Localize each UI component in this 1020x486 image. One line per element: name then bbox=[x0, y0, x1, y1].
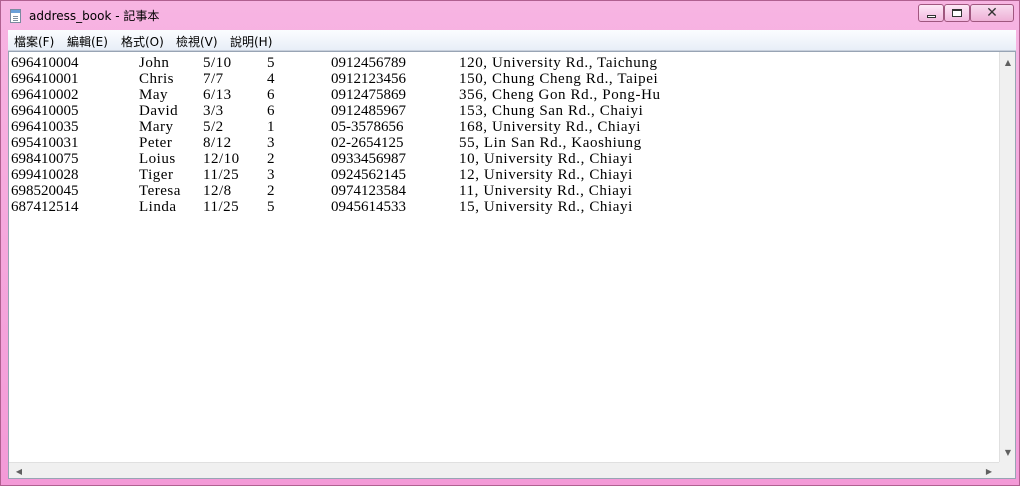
menu-format[interactable]: 格式(O) bbox=[121, 33, 164, 50]
record-phone: 0945614533 bbox=[331, 199, 406, 215]
record-address: 150, Chung Cheng Rd., Taipei bbox=[459, 71, 659, 87]
record-name: Chris bbox=[139, 71, 175, 87]
record-phone: 0912485967 bbox=[331, 103, 406, 119]
record-name: Peter bbox=[139, 135, 173, 151]
text-editor[interactable]: 696410004 John 5/10 5 0912456789 120, Univers… bbox=[8, 51, 1016, 479]
record-date: 11/25 bbox=[203, 199, 240, 215]
record-phone: 0933456987 bbox=[331, 151, 406, 167]
record-name: Teresa bbox=[139, 183, 181, 199]
record-id: 687412514 bbox=[11, 199, 79, 215]
close-button[interactable]: ✕ bbox=[970, 4, 1014, 22]
minimize-button[interactable] bbox=[918, 4, 944, 22]
window-title: address_book - 記事本 bbox=[29, 9, 160, 23]
text-line: 696410001 Chris 7/7 4 0912123456 150, Chung C… bbox=[11, 71, 1001, 87]
record-number: 2 bbox=[267, 183, 275, 199]
record-address: 11, University Rd., Chiayi bbox=[459, 183, 633, 199]
text-line: 699410028 Tiger 11/25 3 0924562145 12, Univer… bbox=[11, 167, 1001, 183]
scroll-left-arrow-icon[interactable]: ◀ bbox=[11, 463, 27, 478]
record-address: 12, University Rd., Chiayi bbox=[459, 167, 633, 183]
menu-file[interactable]: 檔案(F) bbox=[14, 33, 54, 50]
record-id: 698520045 bbox=[11, 183, 79, 199]
record-phone: 0924562145 bbox=[331, 167, 406, 183]
record-address: 168, University Rd., Chiayi bbox=[459, 119, 642, 135]
text-line: 696410002 May 6/13 6 0912475869 356, Cheng Go… bbox=[11, 87, 1001, 103]
record-number: 6 bbox=[267, 103, 275, 119]
record-number: 3 bbox=[267, 135, 275, 151]
record-phone: 0912456789 bbox=[331, 55, 406, 71]
record-phone: 0974123584 bbox=[331, 183, 406, 199]
record-phone: 05-3578656 bbox=[331, 119, 404, 135]
text-line: 687412514 Linda 11/25 5 0945614533 15, Univer… bbox=[11, 199, 1001, 215]
record-number: 1 bbox=[267, 119, 275, 135]
record-id: 696410002 bbox=[11, 87, 79, 103]
record-id: 696410001 bbox=[11, 71, 79, 87]
record-id: 698410075 bbox=[11, 151, 79, 167]
record-date: 5/10 bbox=[203, 55, 232, 71]
record-date: 5/2 bbox=[203, 119, 224, 135]
record-name: John bbox=[139, 55, 170, 71]
vertical-scrollbar[interactable]: ▲ ▼ bbox=[999, 52, 1015, 462]
record-id: 699410028 bbox=[11, 167, 79, 183]
record-id: 695410031 bbox=[11, 135, 79, 151]
record-number: 6 bbox=[267, 87, 275, 103]
record-address: 10, University Rd., Chiayi bbox=[459, 151, 633, 167]
menu-help[interactable]: 說明(H) bbox=[230, 33, 272, 50]
scrollbar-corner bbox=[999, 462, 1015, 478]
record-date: 6/13 bbox=[203, 87, 232, 103]
record-number: 5 bbox=[267, 55, 275, 71]
text-line: 696410004 John 5/10 5 0912456789 120, Univers… bbox=[11, 55, 1001, 71]
record-date: 8/12 bbox=[203, 135, 232, 151]
text-content[interactable]: 696410004 John 5/10 5 0912456789 120, Univers… bbox=[11, 55, 1001, 465]
record-name: May bbox=[139, 87, 168, 103]
maximize-icon bbox=[952, 9, 962, 17]
text-line: 698520045 Teresa 12/8 2 0974123584 11, Univer… bbox=[11, 183, 1001, 199]
record-date: 7/7 bbox=[203, 71, 224, 87]
record-number: 3 bbox=[267, 167, 275, 183]
record-name: Mary bbox=[139, 119, 174, 135]
record-number: 5 bbox=[267, 199, 275, 215]
record-phone: 02-2654125 bbox=[331, 135, 404, 151]
text-line: 695410031 Peter 8/12 3 02-2654125 55, Lin San… bbox=[11, 135, 1001, 151]
record-id: 696410005 bbox=[11, 103, 79, 119]
notepad-window: address_book - 記事本 ✕ 檔案(F) 編輯(E) 格式(O) 檢… bbox=[0, 0, 1020, 486]
scroll-up-arrow-icon[interactable]: ▲ bbox=[1000, 54, 1015, 70]
horizontal-scrollbar[interactable]: ◀ ▶ bbox=[9, 462, 999, 478]
record-phone: 0912123456 bbox=[331, 71, 406, 87]
menu-edit[interactable]: 編輯(E) bbox=[67, 33, 108, 50]
record-date: 11/25 bbox=[203, 167, 240, 183]
record-date: 12/10 bbox=[203, 151, 240, 167]
record-address: 356, Cheng Gon Rd., Pong-Hu bbox=[459, 87, 661, 103]
text-line: 696410035 Mary 5/2 1 05-3578656 168, Universi… bbox=[11, 119, 1001, 135]
record-name: Linda bbox=[139, 199, 177, 215]
record-address: 120, University Rd., Taichung bbox=[459, 55, 658, 71]
record-id: 696410035 bbox=[11, 119, 79, 135]
scroll-down-arrow-icon[interactable]: ▼ bbox=[1000, 444, 1015, 460]
minimize-icon bbox=[926, 14, 936, 18]
record-date: 3/3 bbox=[203, 103, 224, 119]
record-name: David bbox=[139, 103, 179, 119]
notepad-icon bbox=[10, 9, 21, 23]
record-phone: 0912475869 bbox=[331, 87, 406, 103]
record-number: 2 bbox=[267, 151, 275, 167]
scroll-right-arrow-icon[interactable]: ▶ bbox=[981, 463, 997, 478]
text-line: 698410075 Loius 12/10 2 0933456987 10, Univer… bbox=[11, 151, 1001, 167]
record-address: 153, Chung San Rd., Chaiyi bbox=[459, 103, 644, 119]
text-line: 696410005 David 3/3 6 0912485967 153, Chung S… bbox=[11, 103, 1001, 119]
record-id: 696410004 bbox=[11, 55, 79, 71]
record-name: Loius bbox=[139, 151, 176, 167]
record-name: Tiger bbox=[139, 167, 174, 183]
record-date: 12/8 bbox=[203, 183, 232, 199]
record-address: 15, University Rd., Chiayi bbox=[459, 199, 633, 215]
maximize-button[interactable] bbox=[944, 4, 970, 22]
record-number: 4 bbox=[267, 71, 275, 87]
menu-bar: 檔案(F) 編輯(E) 格式(O) 檢視(V) 說明(H) bbox=[8, 30, 1016, 51]
close-icon: ✕ bbox=[986, 5, 998, 21]
title-bar[interactable]: address_book - 記事本 ✕ bbox=[1, 1, 1019, 30]
record-address: 55, Lin San Rd., Kaoshiung bbox=[459, 135, 642, 151]
menu-view[interactable]: 檢視(V) bbox=[176, 33, 218, 50]
